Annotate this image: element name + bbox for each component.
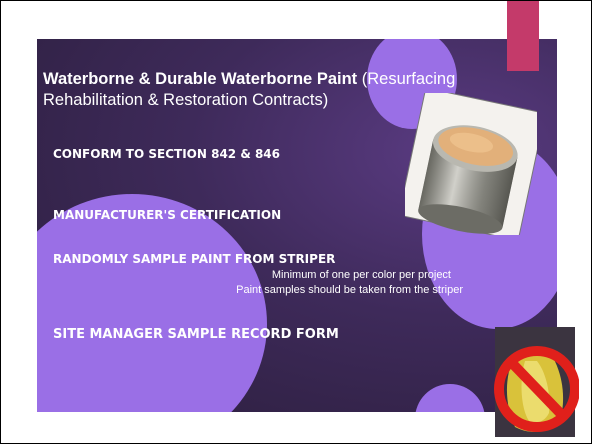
bullet-random-sample: RANDOMLY SAMPLE PAINT FROM STRIPER <box>53 252 336 266</box>
bullet-certification: MANUFACTURER'S CERTIFICATION <box>53 208 282 222</box>
slide: Waterborne & Durable Waterborne Paint (R… <box>0 0 592 444</box>
title-rest-1: (Resurfacing <box>357 70 456 88</box>
title-rest-2: Rehabilitation & Restoration Contracts) <box>43 91 329 109</box>
bullet-section: CONFORM TO SECTION 842 & 846 <box>53 147 281 161</box>
accent-bar <box>507 1 539 71</box>
paint-can-photo <box>405 93 537 235</box>
subpoint-minimum: Minimum of one per color per project <box>271 269 451 281</box>
subpoint-striper: Paint samples should be taken from the s… <box>236 284 463 296</box>
bullet-site-manager: SITE MANAGER SAMPLE RECORD FORM <box>53 327 339 342</box>
decor-circle-bottom <box>415 384 485 412</box>
prohibited-bag-photo <box>485 321 580 441</box>
decor-circle-left <box>37 194 267 412</box>
title-bold: Waterborne & Durable Waterborne Paint <box>43 70 358 88</box>
